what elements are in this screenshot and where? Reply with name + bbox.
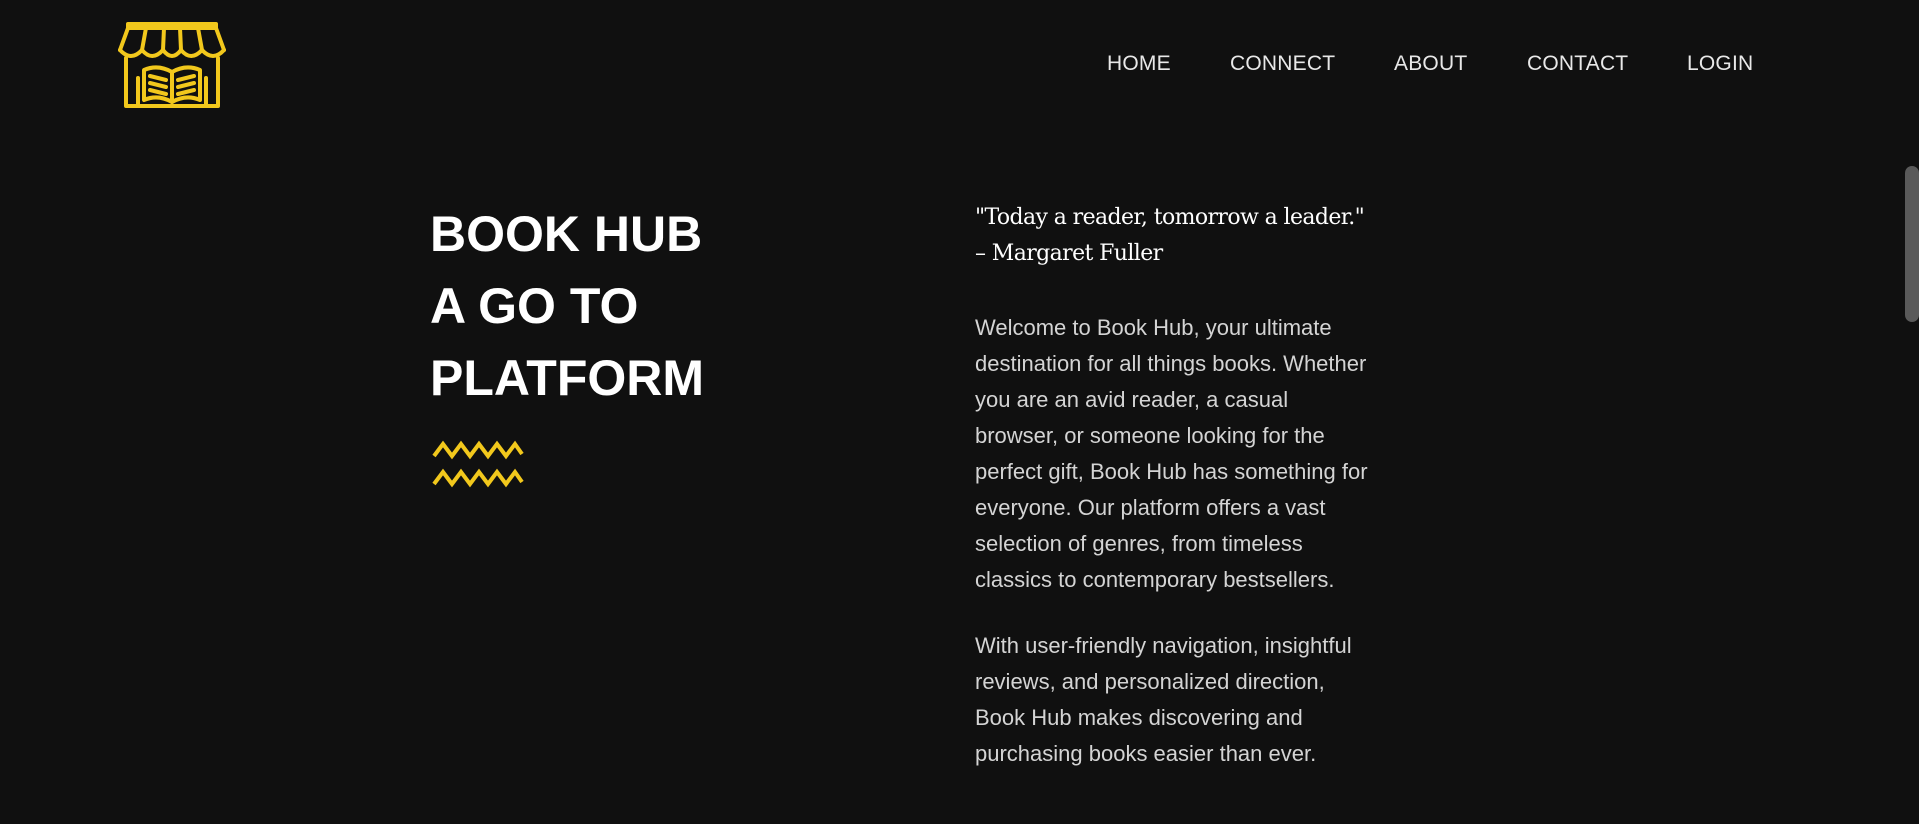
nav-about-link[interactable]: ABOUT [1394,52,1467,76]
zigzag-icon [432,436,524,488]
intro-paragraph: Welcome to Book Hub, your ultimate desti… [975,315,1368,592]
nav-login-link[interactable]: LOGIN [1687,52,1753,76]
quote-text: "Today a reader, tomorrow a leader." [975,205,1365,230]
nav-connect-link[interactable]: CONNECT [1230,52,1335,76]
quote: "Today a reader, tomorrow a leader." – M… [975,200,1375,272]
main-nav: HOME CONNECT ABOUT CONTACT LOGIN [0,52,1760,76]
hero-title-line-3: PLATFORM [430,350,705,406]
scrollbar[interactable] [1902,0,1919,824]
intro-section: "Today a reader, tomorrow a leader." – M… [975,200,1375,772]
hero-title: BOOK HUB A GO TO PLATFORM [430,198,704,414]
nav-home-link[interactable]: HOME [1107,52,1171,76]
hero-title-line-1: BOOK HUB [430,206,703,262]
page: HOME CONNECT ABOUT CONTACT LOGIN BOOK HU… [0,0,1919,824]
scrollbar-thumb[interactable] [1905,166,1919,322]
hero-title-line-2: A GO TO [430,278,639,334]
nav-contact-link[interactable]: CONTACT [1527,52,1628,76]
quote-author: – Margaret Fuller [975,241,1163,266]
intro-paragraph-2: With user-friendly navigation, insightfu… [975,633,1352,766]
